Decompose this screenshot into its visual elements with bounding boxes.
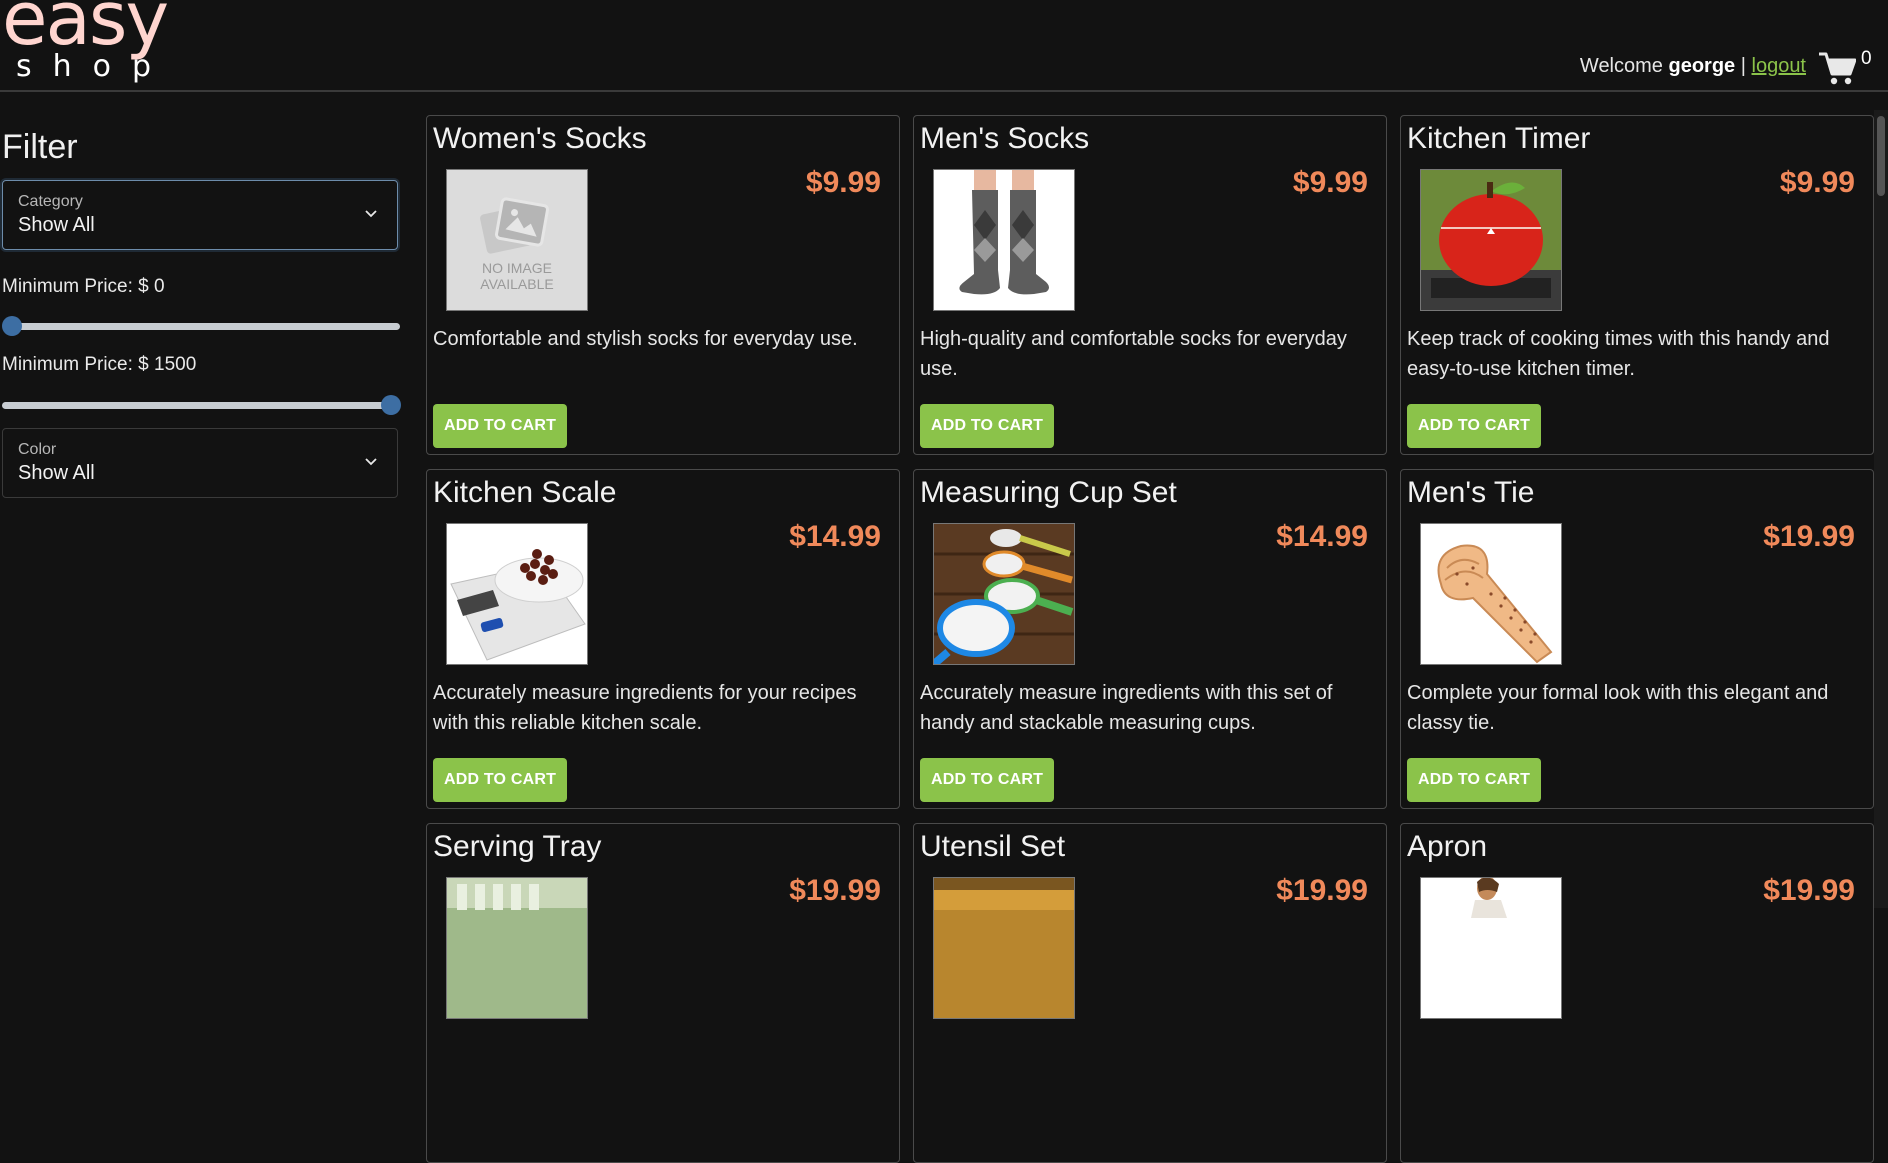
product-image-scale-photo[interactable]	[446, 523, 588, 665]
product-card: Measuring Cup Set $14.99 Accurately meas…	[913, 469, 1387, 809]
product-image-utensil-set-photo[interactable]	[933, 877, 1075, 1019]
product-name: Utensil Set	[920, 830, 1066, 863]
product-name: Serving Tray	[433, 830, 602, 863]
product-name: Men's Tie	[1407, 476, 1535, 509]
apron-image	[1421, 878, 1561, 1018]
product-description: Keep track of cooking times with this ha…	[1407, 328, 1830, 380]
product-price: $19.99	[1763, 520, 1855, 553]
product-name: Apron	[1407, 830, 1488, 863]
product-card: Men's Socks $9.99 High-quality and comfo…	[913, 115, 1387, 455]
color-value: Show All	[18, 462, 95, 484]
product-card: Serving Tray $19.99	[426, 823, 900, 1163]
apple-timer-image	[1421, 170, 1561, 310]
product-description: Accurately measure ingredients with this…	[920, 682, 1333, 734]
max-price-slider[interactable]	[2, 395, 401, 415]
welcome-message: Welcome george | logout	[1580, 55, 1806, 78]
tie-image	[1421, 524, 1561, 664]
product-price: $19.99	[1276, 874, 1368, 907]
scrollbar-thumb[interactable]	[1877, 116, 1885, 196]
easyshop-logo[interactable]: easy shop	[2, 0, 212, 88]
product-card: Utensil Set $19.99	[913, 823, 1387, 1163]
product-card: Kitchen Timer $9.99 Keep track of cookin…	[1400, 115, 1874, 455]
product-card: Women's Socks $9.99 NO IMAGE AVAILABLE C…	[426, 115, 900, 455]
product-image-measuring-cups-photo[interactable]	[933, 523, 1075, 665]
add-to-cart-button[interactable]: ADD TO CART	[1407, 404, 1541, 448]
product-description: Complete your formal look with this eleg…	[1407, 682, 1829, 734]
product-name: Kitchen Scale	[433, 476, 617, 509]
welcome-prefix: Welcome	[1579, 55, 1663, 77]
logo-text-easy: easy	[2, 0, 169, 62]
product-image-apple-timer-photo[interactable]	[1420, 169, 1562, 311]
product-price: $9.99	[1292, 166, 1368, 199]
max-price-slider-thumb[interactable]	[381, 395, 401, 415]
product-image-serving-tray-photo[interactable]	[446, 877, 588, 1019]
product-price: $14.99	[1276, 520, 1368, 553]
add-to-cart-button[interactable]: ADD TO CART	[920, 404, 1054, 448]
category-value: Show All	[18, 214, 95, 236]
slider-track	[10, 323, 400, 330]
site-header: easy shop Welcome george | logout 0	[0, 0, 1888, 92]
add-to-cart-button[interactable]: ADD TO CART	[433, 758, 567, 802]
min-price-label: Minimum Price: $ 0	[2, 276, 165, 297]
chevron-down-icon	[365, 210, 377, 218]
product-price: $14.99	[789, 520, 881, 553]
page-scrollbar[interactable]	[1874, 110, 1888, 908]
product-description: Accurately measure ingredients for your …	[433, 682, 857, 734]
color-label: Color	[18, 441, 57, 458]
product-price: $9.99	[805, 166, 881, 199]
product-description: High-quality and comfortable socks for e…	[920, 328, 1347, 380]
product-card: Men's Tie $19.99 Complete your formal lo…	[1400, 469, 1874, 809]
product-name: Kitchen Timer	[1407, 122, 1591, 155]
add-to-cart-button[interactable]: ADD TO CART	[920, 758, 1054, 802]
add-to-cart-button[interactable]: ADD TO CART	[1407, 758, 1541, 802]
product-price: $9.99	[1779, 166, 1855, 199]
product-card: Apron $19.99	[1400, 823, 1874, 1163]
product-name: Men's Socks	[920, 122, 1090, 155]
logout-link[interactable]: logout	[1752, 55, 1807, 77]
product-price: $19.99	[789, 874, 881, 907]
socks-image	[934, 170, 1074, 310]
kitchen-scale-image	[447, 524, 587, 664]
category-select[interactable]: Category Show All	[2, 180, 398, 250]
min-price-slider-thumb[interactable]	[2, 316, 22, 336]
min-price-slider[interactable]	[2, 316, 400, 336]
product-image-no-image-placeholder[interactable]: NO IMAGE AVAILABLE	[446, 169, 588, 311]
serving-tray-image	[447, 878, 587, 1018]
max-price-label: Minimum Price: $ 1500	[2, 354, 197, 375]
username: george	[1668, 55, 1736, 77]
category-label: Category	[18, 193, 83, 210]
product-name: Measuring Cup Set	[920, 476, 1177, 509]
product-image-socks-photo[interactable]	[933, 169, 1075, 311]
cart-count-badge: 0	[1861, 48, 1872, 69]
product-image-apron-photo[interactable]	[1420, 877, 1562, 1019]
product-name: Women's Socks	[433, 122, 647, 155]
filter-title: Filter	[2, 128, 78, 166]
measuring-cups-image	[934, 524, 1074, 664]
product-price: $19.99	[1763, 874, 1855, 907]
color-select[interactable]: Color Show All	[2, 428, 398, 498]
logo-text-shop: shop	[16, 49, 173, 84]
no-image-text: NO IMAGE AVAILABLE	[480, 260, 554, 292]
product-card: Kitchen Scale $14.99 Accurately measure …	[426, 469, 900, 809]
separator: |	[1740, 55, 1746, 77]
product-description: Comfortable and stylish socks for everyd…	[433, 328, 858, 350]
add-to-cart-button[interactable]: ADD TO CART	[433, 404, 567, 448]
utensil-set-image	[934, 878, 1074, 1018]
product-image-tie-photo[interactable]	[1420, 523, 1562, 665]
slider-track	[2, 402, 392, 409]
chevron-down-icon	[365, 458, 377, 466]
cart-icon[interactable]	[1818, 50, 1856, 86]
